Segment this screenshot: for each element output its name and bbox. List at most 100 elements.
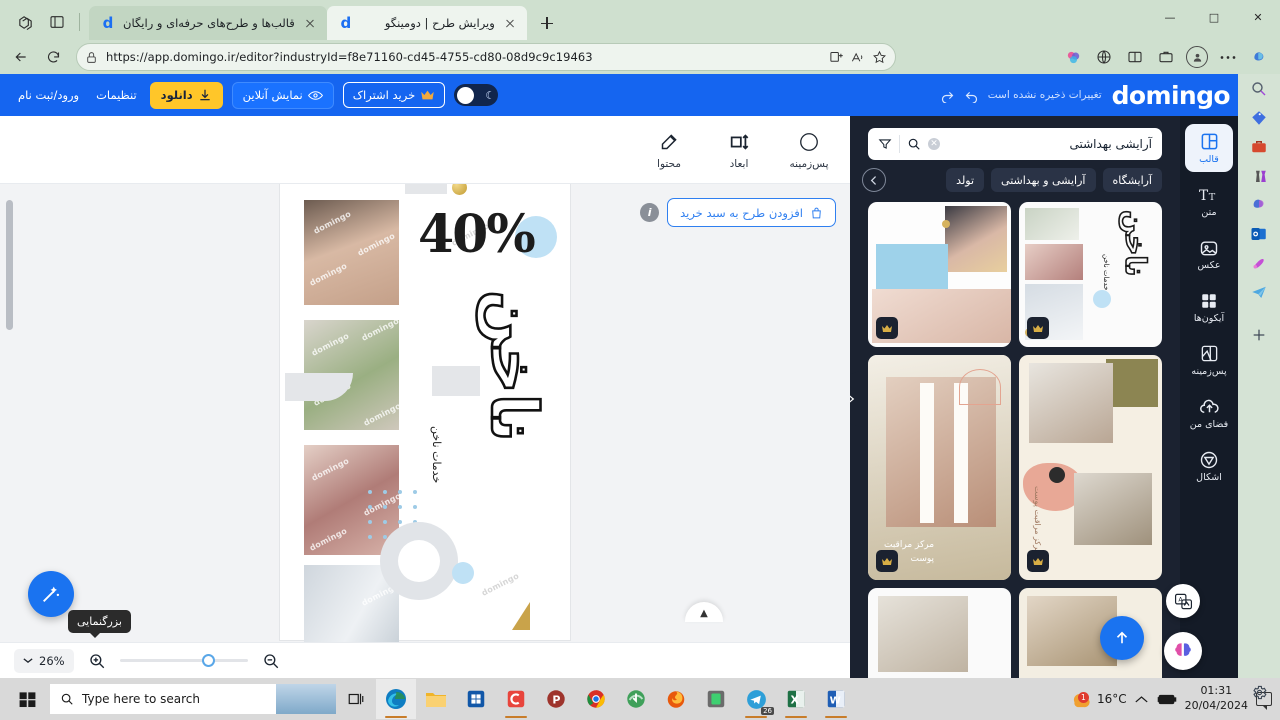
minimize-button[interactable]: — [1148, 0, 1192, 34]
download-button[interactable]: دانلود [149, 81, 223, 109]
taskbar-app-firefox[interactable] [656, 679, 696, 719]
taskbar-app-camtasia[interactable] [496, 679, 536, 719]
filter-icon[interactable] [878, 137, 892, 151]
maximize-button[interactable]: □ [1192, 0, 1236, 34]
zoom-in-icon[interactable] [84, 648, 110, 674]
profile-avatar[interactable] [1182, 42, 1212, 72]
copilot-icon[interactable] [1246, 196, 1272, 214]
close-window-button[interactable]: ✕ [1236, 0, 1280, 34]
taskbar-app-idm[interactable] [616, 679, 656, 719]
search-input[interactable]: آرایشی بهداشتی [947, 137, 1152, 151]
weather-widget[interactable]: 1 16°C [1071, 690, 1127, 708]
panel-collapse-button[interactable] [850, 371, 864, 427]
split-screen-icon[interactable] [42, 7, 72, 37]
new-tab-button[interactable] [533, 9, 561, 37]
reload-icon[interactable] [38, 42, 68, 72]
address-bar[interactable]: https://app.domingo.ir/editor?industryId… [76, 43, 896, 71]
app-install-icon[interactable] [829, 50, 844, 65]
template-card[interactable]: مرکز مراقبت پوست [1019, 355, 1162, 580]
tools-icon[interactable] [1246, 254, 1272, 272]
undo-icon[interactable] [964, 88, 979, 103]
sidebar-item-my-space[interactable]: فضای من [1185, 389, 1233, 437]
read-aloud-icon[interactable] [850, 50, 866, 65]
task-view-icon[interactable] [336, 679, 376, 719]
chip-birthday[interactable]: تولد [946, 168, 985, 192]
scroll-to-top-button[interactable] [1100, 616, 1144, 660]
outlook-icon[interactable] [1246, 225, 1272, 243]
games-icon[interactable] [1246, 167, 1272, 185]
close-icon[interactable] [502, 15, 518, 31]
back-icon[interactable] [6, 42, 36, 72]
template-search-box[interactable]: آرایشی بهداشتی ✕ [868, 128, 1162, 160]
online-preview-button[interactable]: نمایش آنلاین [231, 81, 334, 109]
taskbar-app-file-explorer[interactable] [416, 679, 456, 719]
info-icon[interactable]: i [640, 203, 660, 222]
taskbar-app-notes[interactable] [696, 679, 736, 719]
browser-tab-editor[interactable]: d ویرایش طرح | دومینگو [326, 6, 527, 40]
toolbar-item-content[interactable]: محتوا [644, 130, 694, 170]
settings-link[interactable]: تنظیمات [92, 88, 141, 102]
search-icon[interactable] [1246, 80, 1272, 98]
add-to-cart-button[interactable]: افزودن طرح به سبد خرید [667, 198, 836, 227]
tab-group-icon[interactable] [10, 7, 40, 37]
zoom-out-icon[interactable] [258, 648, 284, 674]
sidebar-item-template[interactable]: قالب [1185, 124, 1233, 172]
toolbar-item-background[interactable]: پس‌زمینه [784, 130, 834, 170]
work-profile-icon[interactable] [1151, 42, 1181, 72]
taskbar-app-word[interactable]: W [816, 679, 856, 719]
chevron-left-icon[interactable] [862, 168, 886, 192]
search-icon[interactable] [907, 137, 921, 151]
chip-cosmetics[interactable]: آرایشی و بهداشتی [991, 168, 1096, 192]
taskbar-app-chrome[interactable] [576, 679, 616, 719]
sidebar-item-shapes[interactable]: اشکال [1185, 442, 1233, 490]
close-icon[interactable] [302, 15, 318, 31]
taskbar-app-excel[interactable]: X [776, 679, 816, 719]
sidebar-item-image[interactable]: عکس [1185, 230, 1233, 278]
app-logo[interactable]: domingo [1112, 83, 1231, 108]
design-page[interactable]: domingo domingo domingo domingo domingo … [280, 184, 723, 642]
sidebar-item-background[interactable]: پس‌زمینه [1185, 336, 1233, 384]
briefcase-icon[interactable] [1246, 138, 1272, 156]
browser-essentials-icon[interactable] [1058, 42, 1088, 72]
redo-icon[interactable] [940, 88, 955, 103]
template-card[interactable]: مرکز مراقبت پوست [868, 355, 1011, 580]
translate-button[interactable]: A [1166, 584, 1200, 618]
toolbar-item-dimensions[interactable]: ابعاد [714, 130, 764, 170]
canvas-area[interactable]: افزودن طرح به سبد خرید i domingo domingo… [0, 184, 850, 642]
zoom-slider[interactable] [119, 654, 248, 667]
settings-gear-icon[interactable] [1246, 684, 1272, 701]
template-card[interactable]: ناخن خدمات ناخن [1019, 202, 1162, 347]
telegram-icon[interactable] [1246, 283, 1272, 301]
dark-mode-toggle[interactable]: ☾ [454, 84, 499, 106]
taskbar-app-potplayer[interactable]: P [536, 679, 576, 719]
battery-charging-icon[interactable] [1156, 693, 1177, 706]
sidebar-item-text[interactable]: TT متن [1185, 177, 1233, 225]
sidebar-item-icons[interactable]: آیکون‌ها [1185, 283, 1233, 331]
zoom-slider-knob[interactable] [201, 654, 215, 667]
favorite-star-icon[interactable] [872, 50, 887, 65]
taskbar-search[interactable]: Type here to search [50, 684, 336, 714]
plus-icon[interactable] [1246, 327, 1272, 343]
taskbar-app-telegram[interactable]: 26 [736, 679, 776, 719]
buy-subscription-button[interactable]: خرید اشتراک [342, 82, 446, 108]
more-options-icon[interactable] [1213, 42, 1243, 72]
split-icon[interactable] [1120, 42, 1150, 72]
collections-icon[interactable] [1089, 42, 1119, 72]
windows-start-icon[interactable] [4, 679, 50, 719]
magic-wand-button[interactable] [28, 571, 74, 617]
clear-icon[interactable]: ✕ [928, 138, 940, 150]
taskbar-app-edge[interactable] [376, 679, 416, 719]
tag-icon[interactable] [1246, 109, 1272, 127]
taskbar-app-microsoft-store[interactable] [456, 679, 496, 719]
canvas-page-handle[interactable]: ▲ [685, 602, 723, 622]
copilot-sidebar-icon[interactable] [1244, 42, 1274, 72]
chevron-up-icon[interactable] [1135, 695, 1148, 704]
ai-brain-button[interactable] [1164, 632, 1202, 670]
chip-salon[interactable]: آرایشگاه [1102, 168, 1162, 192]
login-register-link[interactable]: ورود/ثبت نام [14, 88, 83, 102]
canvas-scrollbar[interactable] [6, 200, 13, 330]
browser-tab-templates[interactable]: d قالب‌ها و طرح‌های حرفه‌ای و رایگان [89, 6, 327, 40]
template-card[interactable] [868, 202, 1011, 347]
clock-widget[interactable]: 01:31 20/04/2024 [1185, 684, 1248, 714]
zoom-level-select[interactable]: 26% [14, 648, 74, 673]
